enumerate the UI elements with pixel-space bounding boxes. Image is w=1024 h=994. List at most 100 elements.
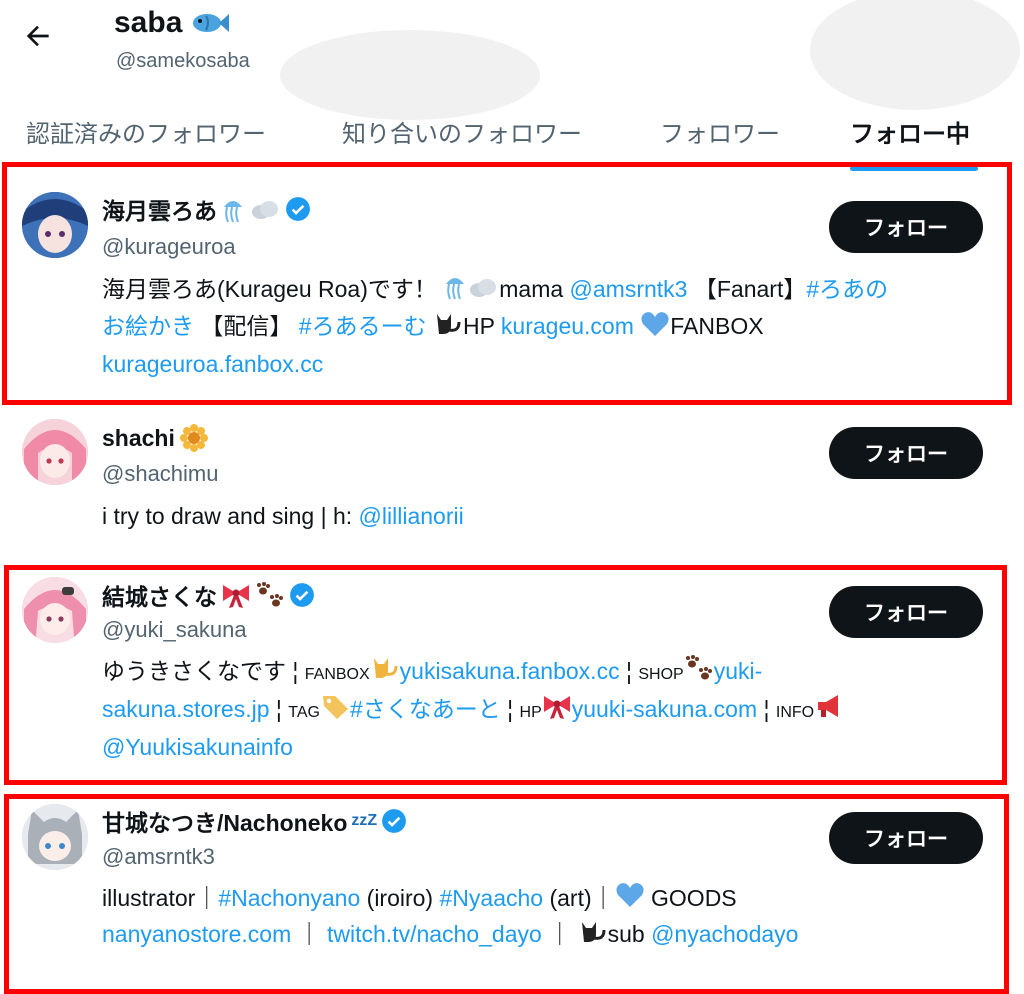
fish-emoji-icon [193, 14, 230, 32]
bio-text: ゆうきさくなです ¦ [102, 658, 305, 684]
sunflower-icon [179, 424, 208, 452]
follow-button[interactable]: フォロー [829, 427, 983, 479]
hashtag-link[interactable]: #Nyaacho [440, 885, 544, 911]
website-link[interactable]: yuuki-sakuna.com [572, 696, 757, 722]
ribbon-icon [223, 585, 249, 608]
bio-text: 海月雲ろあ(Kurageu Roa)です！ [102, 276, 444, 302]
bio-text: GOODS [644, 885, 737, 911]
tab-followers[interactable]: フォロワー [660, 114, 780, 149]
bio-text: ¦ [619, 658, 639, 684]
verified-badge-icon [290, 583, 314, 607]
mention-link[interactable]: @lillianorii [359, 503, 464, 529]
bio-text: (iroiro) [360, 885, 440, 911]
verified-badge-icon [382, 809, 407, 833]
user-row[interactable]: 甘城なつき/Nachoneko zzZ @amsrntk3 フォロー illus… [0, 792, 1012, 994]
bio-label: INFO [775, 704, 815, 721]
user-bio: i try to draw and sing | h: @lillianorii [102, 499, 982, 533]
paw-prints-icon [257, 582, 283, 607]
verified-badge-icon [286, 197, 310, 221]
mention-link[interactable]: @amsrntk3 [570, 276, 688, 302]
avatar[interactable] [22, 419, 88, 485]
jellyfish-icon [443, 272, 467, 309]
hashtag-link[interactable]: #Nachonyano [218, 885, 360, 911]
hashtag-link[interactable]: お絵かき [102, 313, 194, 339]
user-handle: @amsrntk3 [102, 844, 215, 869]
bio-text: mama [499, 276, 570, 302]
mention-link[interactable]: @nyachodayo [651, 921, 798, 947]
mention-link[interactable]: @Yuukisakunainfo [102, 734, 293, 760]
avatar[interactable] [22, 577, 88, 643]
bio-label: FANBOX [304, 666, 370, 683]
website-link[interactable]: nanyanostore.com [102, 921, 291, 947]
website-link[interactable]: kurageuroa.fanbox.cc [102, 351, 323, 377]
bio-label: SHOP [638, 666, 684, 683]
hashtag-link[interactable]: #さくなあーと [350, 696, 501, 722]
hashtag-link[interactable]: #ろあの [806, 276, 888, 302]
bio-text: 【Fanart】 [687, 276, 807, 302]
user-handle: @shachimu [102, 461, 219, 486]
bio-text: ¦ [757, 696, 776, 722]
user-row[interactable]: 結城さくな @yuki_sakuna フォロー ゆうきさくなです ¦ FANBO… [0, 565, 1012, 785]
follow-button[interactable]: フォロー [829, 201, 983, 253]
black-cat-icon [433, 310, 463, 347]
cat-icon [370, 654, 400, 691]
black-cat-icon [578, 918, 608, 955]
user-name-line[interactable]: 海月雲ろあ [102, 192, 311, 226]
profile-header: saba @samekosaba [0, 0, 1024, 95]
user-name: 海月雲ろあ [102, 198, 217, 224]
cloud-icon [467, 274, 499, 308]
avatar-illustration [22, 804, 88, 870]
avatar-illustration [22, 419, 88, 485]
avatar[interactable] [22, 804, 88, 870]
bio-text: ｜ [291, 921, 328, 948]
user-name-line[interactable]: shachi [102, 423, 209, 453]
tab-followers-you-know[interactable]: 知り合いのフォロワー [342, 114, 582, 149]
user-name-line[interactable]: 結城さくな [102, 578, 315, 612]
bio-label: TAG [288, 704, 320, 721]
user-row[interactable]: shachi @shachimu フォロー i try to draw and … [0, 405, 1012, 560]
avatar-illustration [22, 577, 88, 643]
website-link[interactable]: yukisakuna.fanbox.cc [400, 658, 620, 684]
bio-text: ¦ [500, 696, 520, 722]
tab-verified-followers[interactable]: 認証済みのフォロワー [26, 114, 266, 149]
user-name: 結城さくな [102, 584, 217, 610]
avatar[interactable] [22, 192, 88, 258]
website-link[interactable]: yuki- [714, 658, 763, 684]
jellyfish-icon [224, 201, 242, 223]
back-arrow-icon[interactable] [22, 20, 54, 52]
user-name: shachi [102, 424, 175, 451]
profile-name: saba [114, 6, 183, 39]
bio-text: HP [462, 313, 501, 340]
follow-button[interactable]: フォロー [829, 812, 983, 864]
cloud-icon [252, 201, 278, 219]
user-row[interactable]: 海月雲ろあ @kurageuroa フォロー 海月雲ろあ(Kurageu Roa… [0, 160, 1012, 405]
bio-text: ｜ [541, 921, 578, 948]
user-bio: illustrator｜#Nachonyano (iroiro) #Nyaach… [102, 881, 982, 955]
website-link[interactable]: twitch.tv/nacho_dayo [327, 921, 542, 947]
blue-heart-icon [640, 311, 670, 346]
profile-title: saba [114, 6, 230, 40]
tag-icon [320, 692, 350, 729]
website-link[interactable]: sakuna.stores.jp [102, 696, 269, 722]
zzz-sleeping-label: zzZ [351, 812, 378, 829]
tab-following[interactable]: フォロー中 [850, 114, 970, 149]
bio-text: 【配信】 [194, 313, 299, 340]
megaphone-icon [814, 692, 844, 729]
bio-text: (art)｜ [543, 885, 615, 911]
profile-handle: @samekosaba [116, 50, 250, 72]
website-link[interactable]: kurageu.com [501, 313, 634, 339]
user-name: 甘城なつき/Nachoneko [102, 810, 348, 836]
ribbon-icon [542, 692, 572, 729]
bio-label: HP [519, 704, 542, 721]
user-handle: @yuki_sakuna [102, 617, 247, 642]
user-bio: ゆうきさくなです ¦ FANBOX yukisakuna.fanbox.cc ¦ … [102, 654, 982, 764]
blue-heart-icon [615, 882, 645, 917]
bio-text: illustrator｜ [102, 885, 219, 911]
bio-text: i try to draw and sing | h: [102, 503, 359, 529]
avatar-illustration [22, 192, 88, 258]
follow-button[interactable]: フォロー [829, 586, 983, 638]
user-name-line[interactable]: 甘城なつき/Nachoneko zzZ [102, 804, 407, 838]
user-bio: 海月雲ろあ(Kurageu Roa)です！ mama @amsrntk3 【Fa… [102, 272, 982, 381]
bio-text: FANBOX [670, 313, 764, 340]
hashtag-link[interactable]: #ろあるーむ [299, 313, 427, 339]
